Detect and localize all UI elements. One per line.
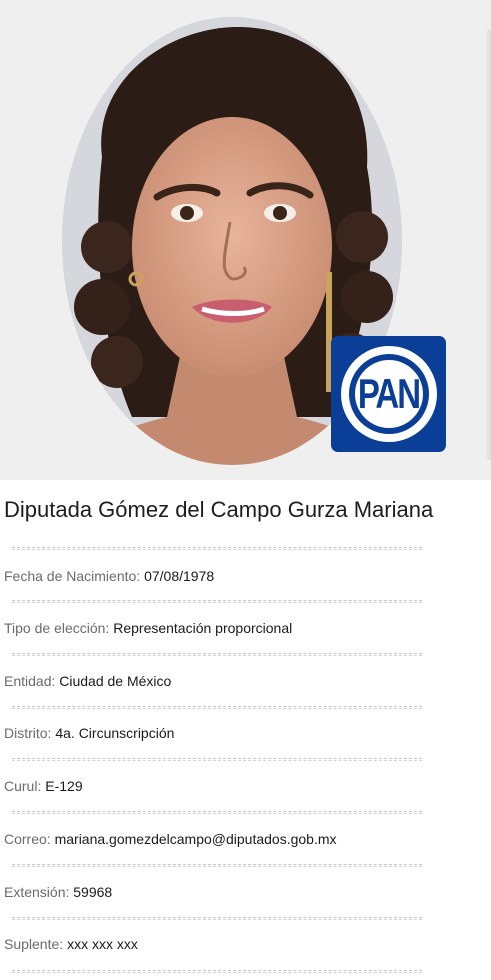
field-value: 4a. Circunscripción	[55, 725, 175, 741]
divider	[12, 758, 422, 761]
field-birth-date: Fecha de Nacimiento: 07/08/1978	[4, 568, 214, 584]
field-value: 59968	[73, 884, 113, 900]
divider	[12, 706, 422, 709]
divider	[12, 811, 422, 814]
field-value: Ciudad de México	[59, 673, 172, 689]
field-label: Suplente:	[4, 936, 64, 952]
party-logo-text: PAN	[357, 370, 421, 417]
field-email: Correo: mariana.gomezdelcampo@diputados.…	[4, 831, 337, 847]
field-value: 07/08/1978	[144, 568, 215, 584]
field-extension: Extensión: 59968	[4, 884, 112, 900]
field-value: Representación proporcional	[113, 620, 293, 636]
divider	[12, 970, 422, 973]
field-label: Tipo de elección:	[4, 620, 110, 636]
field-label: Fecha de Nacimiento:	[4, 568, 141, 584]
divider	[12, 547, 422, 550]
field-district: Distrito: 4a. Circunscripción	[4, 725, 174, 741]
divider	[12, 917, 422, 920]
party-logo: PAN	[331, 336, 446, 452]
field-substitute: Suplente: xxx xxx xxx	[4, 936, 138, 952]
field-election-type: Tipo de elección: Representación proporc…	[4, 620, 292, 636]
photo-section: PAN	[0, 0, 491, 480]
field-value: xxx xxx xxx	[67, 936, 138, 952]
divider	[12, 864, 422, 867]
deputy-name: Diputada Gómez del Campo Gurza Mariana	[4, 497, 434, 522]
email-link[interactable]: mariana.gomezdelcampo@diputados.gob.mx	[55, 831, 337, 847]
field-label: Extensión:	[4, 884, 70, 900]
field-label: Correo:	[4, 831, 51, 847]
field-value: E-129	[45, 778, 83, 794]
field-label: Entidad:	[4, 673, 56, 689]
field-seat: Curul: E-129	[4, 778, 83, 794]
field-entity: Entidad: Ciudad de México	[4, 673, 171, 689]
field-label: Curul:	[4, 778, 42, 794]
divider	[12, 600, 422, 603]
field-label: Distrito:	[4, 725, 52, 741]
divider	[12, 653, 422, 656]
